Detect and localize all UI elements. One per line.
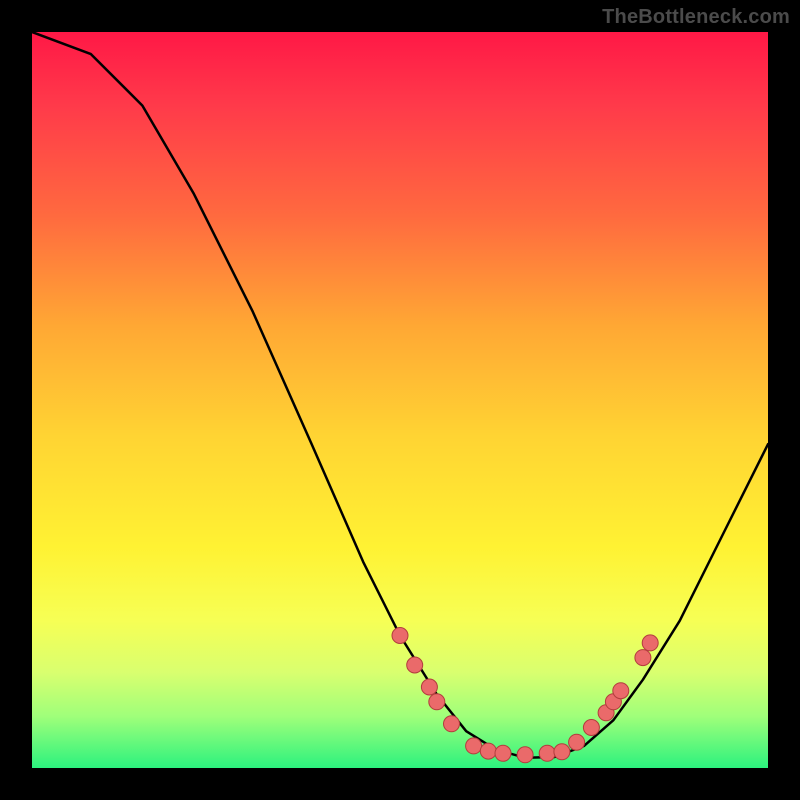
curve-marker xyxy=(392,628,408,644)
curve-marker xyxy=(517,747,533,763)
curve-marker xyxy=(495,745,511,761)
curve-marker xyxy=(554,744,570,760)
curve-marker xyxy=(480,743,496,759)
attribution-label: TheBottleneck.com xyxy=(602,6,790,29)
plot-area xyxy=(32,32,768,768)
curve-marker xyxy=(569,734,585,750)
curve-marker xyxy=(642,635,658,651)
curve-marker xyxy=(539,745,555,761)
curve-marker xyxy=(583,720,599,736)
curve-marker xyxy=(466,738,482,754)
curve-marker xyxy=(429,694,445,710)
curve-marker xyxy=(635,650,651,666)
chart-frame: TheBottleneck.com xyxy=(0,0,800,800)
curve-marker xyxy=(444,716,460,732)
bottleneck-curve-chart xyxy=(32,32,768,768)
curve-marker xyxy=(407,657,423,673)
curve-marker xyxy=(613,683,629,699)
curve-line xyxy=(32,32,768,758)
curve-marker xyxy=(421,679,437,695)
